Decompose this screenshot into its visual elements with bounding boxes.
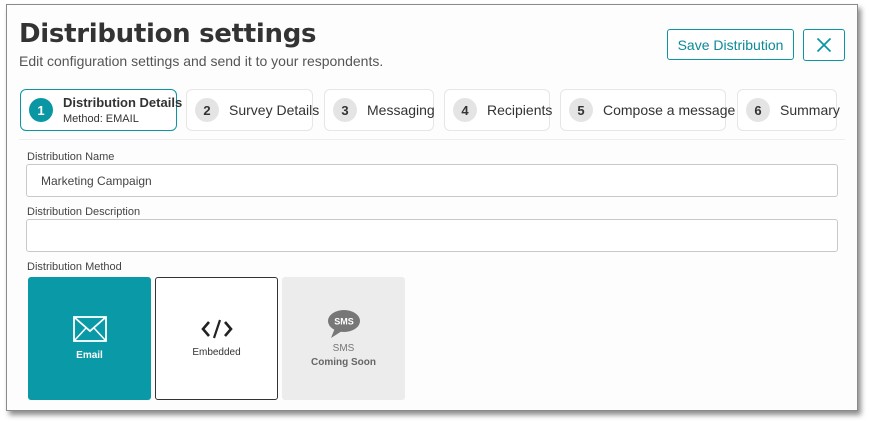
- step-number: 5: [569, 98, 593, 122]
- close-button[interactable]: [803, 29, 845, 61]
- distribution-settings-panel: Distribution settings Edit configuration…: [6, 4, 858, 411]
- method-embedded-option[interactable]: Embedded: [155, 277, 278, 400]
- step-summary[interactable]: 6 Summary: [737, 89, 840, 131]
- step-compose-message[interactable]: 5 Compose a message: [560, 89, 735, 131]
- distribution-name-input[interactable]: Marketing Campaign: [26, 164, 838, 197]
- method-email-option[interactable]: Email: [28, 277, 151, 400]
- envelope-icon: [72, 316, 107, 342]
- coming-soon-label: Coming Soon: [311, 357, 376, 368]
- distribution-description-input[interactable]: [26, 219, 838, 252]
- distribution-name-label: Distribution Name: [27, 151, 115, 163]
- step-distribution-details[interactable]: 1 Distribution Details Method: EMAIL: [20, 89, 182, 131]
- divider: [19, 139, 845, 140]
- step-number: 1: [29, 98, 53, 122]
- distribution-description-label: Distribution Description: [27, 206, 141, 218]
- step-label: Compose a message: [603, 102, 736, 118]
- code-icon: [200, 319, 233, 339]
- sms-bubble-icon: SMS: [327, 310, 360, 338]
- save-distribution-button[interactable]: Save Distribution: [667, 29, 794, 60]
- step-label: Survey Details: [229, 102, 320, 118]
- step-label: Messaging: [367, 102, 435, 118]
- step-recipients[interactable]: 4 Recipients: [444, 89, 553, 131]
- method-sms-option: SMS SMS Coming Soon: [282, 277, 405, 400]
- method-label: Embedded: [192, 347, 241, 358]
- step-label: Summary: [780, 102, 840, 118]
- page-title: Distribution settings: [19, 19, 317, 49]
- distribution-method-label: Distribution Method: [27, 261, 122, 273]
- method-label: Email: [76, 350, 103, 361]
- step-label: Distribution Details: [63, 95, 183, 110]
- step-number: 6: [746, 98, 770, 122]
- step-messaging[interactable]: 3 Messaging: [324, 89, 435, 131]
- step-number: 2: [195, 98, 219, 122]
- step-sublabel: Method: EMAIL: [63, 113, 139, 125]
- step-label: Recipients: [487, 102, 553, 118]
- close-icon: [816, 37, 832, 53]
- step-survey-details[interactable]: 2 Survey Details: [186, 89, 319, 131]
- page-subtitle: Edit configuration settings and send it …: [19, 53, 384, 69]
- sms-badge-text: SMS: [334, 317, 354, 327]
- step-number: 3: [333, 98, 357, 122]
- method-label: SMS: [332, 343, 355, 354]
- step-number: 4: [453, 98, 477, 122]
